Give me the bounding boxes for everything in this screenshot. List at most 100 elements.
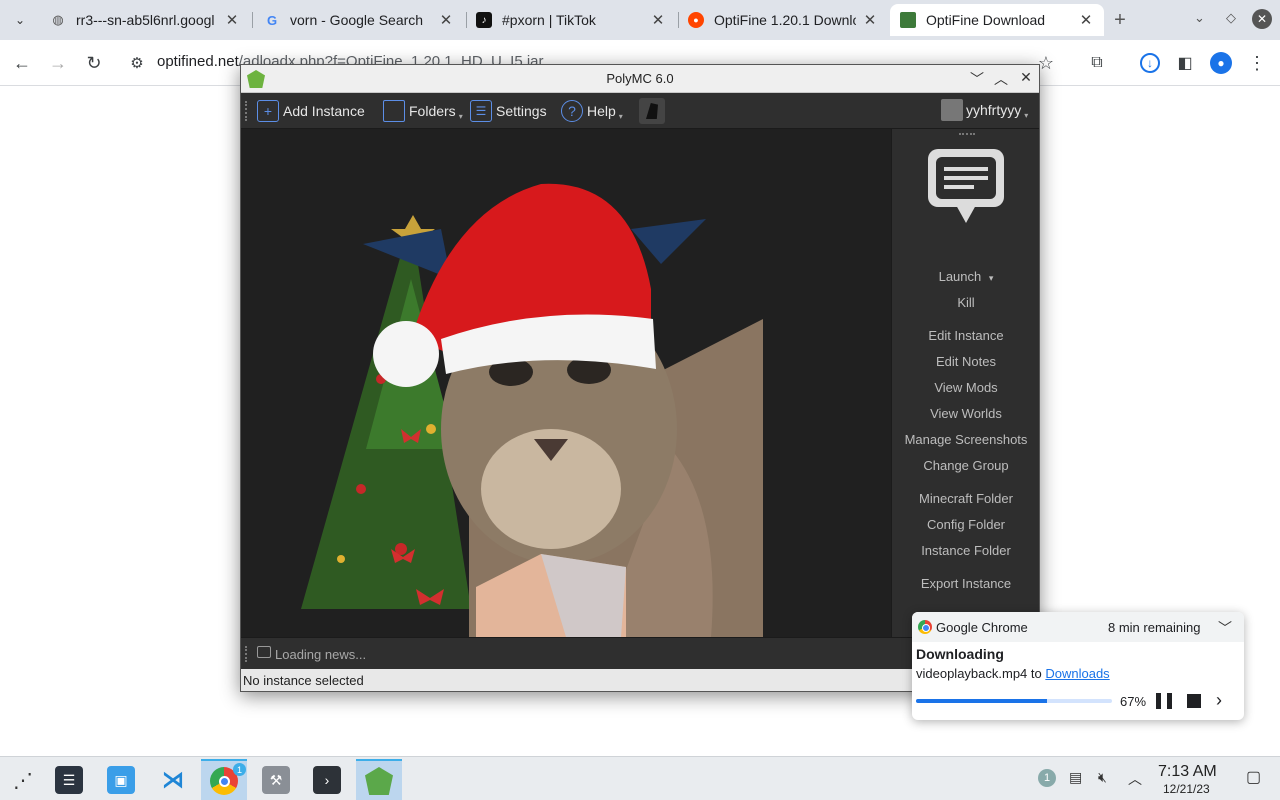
browser-tab-1[interactable]: ◍ rr3---sn-ab5l6nrl.googl ✕ [40,4,250,36]
terminal-app[interactable]: › [304,759,350,800]
config-folder-button[interactable]: Config Folder [892,517,1040,532]
close-icon[interactable]: ✕ [862,11,878,29]
download-bubble-header[interactable]: Google Chrome 8 min remaining ﹀ [912,612,1244,642]
download-app-name: Google Chrome [936,620,1028,635]
instance-sidebar: Launch ▾ Kill Edit Instance Edit Notes V… [891,129,1039,637]
reload-button[interactable]: ↻ [81,50,107,76]
menu-button[interactable]: ⋮ [1244,50,1270,76]
clipboard-icon[interactable]: ▤ [1069,769,1082,786]
pause-button[interactable] [1156,693,1172,709]
avatar-icon: ● [1210,52,1232,74]
close-icon[interactable]: ✕ [650,11,666,29]
dropdown-caret-icon: ▾ [618,111,623,121]
notification-count-badge[interactable]: 1 [1038,769,1056,787]
cat-button[interactable] [639,98,665,124]
chrome-badge: 1 [233,763,246,776]
downloads-button[interactable]: ↓ [1137,50,1163,76]
account-button[interactable]: yyhfrtyyy ▾ [941,99,1028,121]
christmas-cat-background-image [301,183,763,637]
toolbar-grip[interactable] [245,101,249,121]
terminal-icon: › [313,766,341,794]
hammer-icon: ⚒ [262,766,290,794]
chevron-up-icon[interactable]: ︿ [1128,769,1142,789]
chat-bubble-icon [928,149,1004,223]
edit-notes-button[interactable]: Edit Notes [892,354,1040,369]
taskbar: ⋰ ☰ ▣ ⋊ 1 ⚒ › 1 ▤ 🔇︎ ︿ 7:13 AM 12/21/23 … [0,756,1280,800]
vscode-icon: ⋊ [162,767,184,792]
dropdown-caret-icon: ▾ [1024,110,1029,120]
new-tab-button[interactable]: + [1108,8,1132,32]
discover-app[interactable]: ▣ [98,759,144,800]
browser-tab-5-active[interactable]: OptiFine Download ✕ [890,4,1104,36]
tab-search-button[interactable]: ⌄ [6,6,34,34]
add-instance-button[interactable]: + Add Instance [257,99,365,123]
view-mods-button[interactable]: View Mods [892,380,1040,395]
chrome-icon [918,620,932,634]
arrow-right-icon: → [49,52,67,73]
sliders-icon: ☰ [470,100,492,122]
optifine-icon [900,12,916,28]
download-time-remaining: 8 min remaining [1108,620,1201,635]
polymc-titlebar[interactable]: PolyMC 6.0 ﹀ ︿ ✕ [241,65,1039,93]
instance-folder-button[interactable]: Instance Folder [892,543,1040,558]
close-icon[interactable]: ✕ [1078,11,1094,29]
show-desktop-icon[interactable]: ▢ [1246,767,1261,787]
launch-button[interactable]: Launch ▾ [892,269,1040,284]
diamond-icon[interactable]: ◇ [1226,10,1236,26]
manage-screenshots-button[interactable]: Manage Screenshots [892,432,1040,447]
downloads-link[interactable]: Downloads [1045,666,1109,681]
settings-button[interactable]: ☰ Settings [470,99,547,123]
window-title: PolyMC 6.0 [606,71,674,86]
news-grip[interactable] [245,646,249,662]
instance-view[interactable] [241,129,891,637]
folders-button[interactable]: Folders ▾ [383,99,463,123]
forward-button[interactable]: → [45,50,71,76]
extensions-button[interactable]: ⧉ [1084,50,1110,76]
change-group-button[interactable]: Change Group [892,458,1040,473]
kill-button[interactable]: Kill [892,295,1040,310]
polymc-app[interactable] [356,759,402,800]
minimize-icon[interactable]: ﹀ [967,69,987,89]
clock-date[interactable]: 12/21/23 [1163,782,1210,796]
chevron-down-icon[interactable]: ﹀ [1218,618,1232,638]
view-worlds-button[interactable]: View Worlds [892,406,1040,421]
download-percent: 67% [1120,694,1147,709]
polymc-toolbar: + Add Instance Folders ▾ ☰ Settings ? He… [241,93,1039,129]
close-icon[interactable]: ✕ [1016,69,1036,86]
tab-list-chevron-icon[interactable]: ⌄ [1194,10,1205,26]
vscode-app[interactable]: ⋊ [150,759,196,800]
edit-instance-button[interactable]: Edit Instance [892,328,1040,343]
window-close-button[interactable]: ✕ [1252,9,1272,29]
tune-icon: ⚙ [130,55,144,72]
volume-muted-icon[interactable]: 🔇︎ [1098,769,1107,786]
app-launcher-button[interactable]: ⋰ [0,759,46,800]
export-instance-button[interactable]: Export Instance [892,576,1040,591]
hammer-app[interactable]: ⚒ [253,759,299,800]
clock-time[interactable]: 7:13 AM [1158,763,1217,781]
minecraft-folder-button[interactable]: Minecraft Folder [892,491,1040,506]
stop-button[interactable] [1187,694,1201,708]
maximize-icon[interactable]: ︿ [991,69,1011,89]
system-settings-app[interactable]: ☰ [46,759,92,800]
news-text[interactable]: Loading news... [275,647,366,662]
browser-tab-4[interactable]: ● OptiFine 1.20.1 Downlo ✕ [678,4,888,36]
close-icon[interactable]: ✕ [438,11,454,29]
chrome-app[interactable]: 1 [201,759,247,800]
close-icon[interactable]: ✕ [224,11,240,29]
chevron-right-icon[interactable]: › [1216,690,1222,711]
pause-icon [1156,693,1161,709]
browser-tab-3[interactable]: ♪ #pxorn | TikTok ✕ [466,4,676,36]
profile-button[interactable]: ● [1208,50,1234,76]
browser-tab-2[interactable]: G vorn - Google Search ✕ [254,4,464,36]
reload-icon: ↻ [86,52,102,73]
cat-icon [646,103,658,119]
url-domain: optifined.net [157,53,239,70]
steam-deck-launcher-icon: ⋰ [13,769,33,792]
sidebar-grip[interactable] [959,133,975,137]
help-button[interactable]: ? Help ▾ [561,99,623,123]
site-info-button[interactable]: ⚙ [124,50,150,76]
back-button[interactable]: ← [9,50,35,76]
side-panel-button[interactable]: ◧ [1172,50,1198,76]
dropdown-caret-icon: ▾ [458,111,463,121]
download-bubble: Google Chrome 8 min remaining ﹀ Download… [912,612,1244,720]
